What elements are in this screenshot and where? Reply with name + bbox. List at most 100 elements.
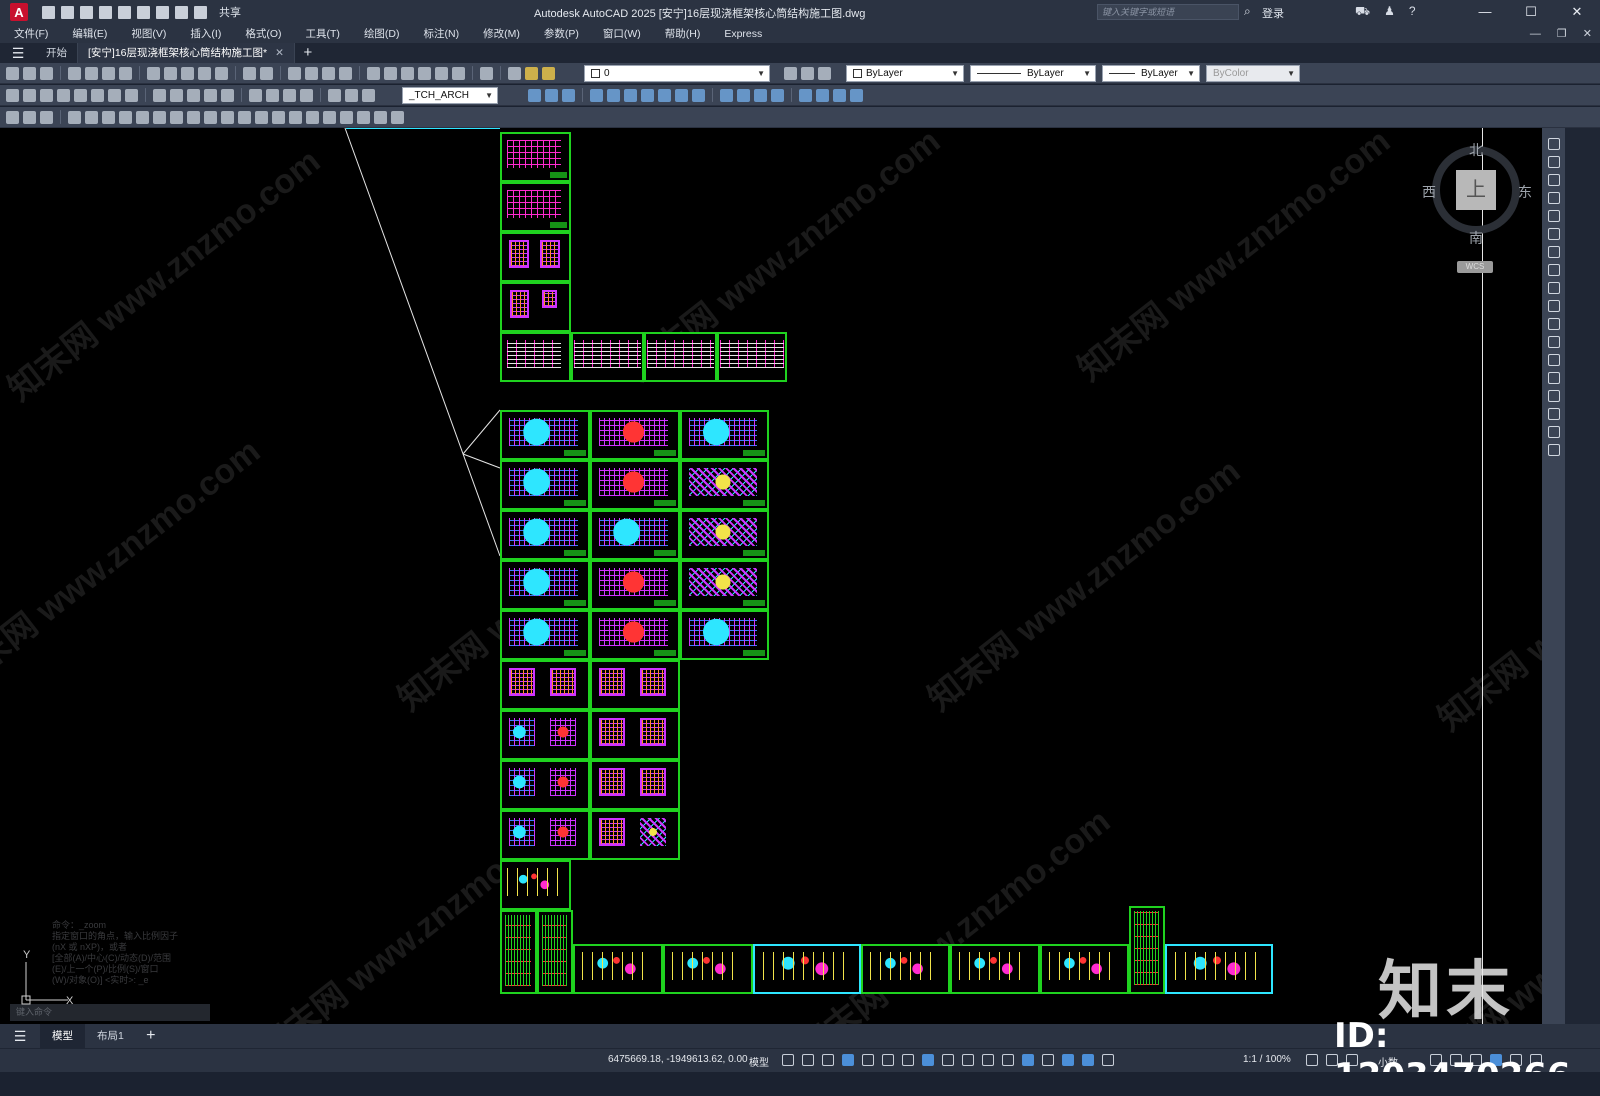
drawing-sheet[interactable] [1165,944,1273,994]
sheet-set-icon[interactable] [418,66,431,80]
save-icon[interactable] [80,5,93,19]
open-file-icon[interactable] [61,5,74,19]
join-icon[interactable] [1547,372,1560,384]
aligned-dim-icon[interactable] [23,88,36,102]
drawing-sheet[interactable] [500,810,590,860]
quick-dim-icon[interactable] [153,88,166,102]
array-icon[interactable] [1547,210,1560,222]
plotstyle-dropdown[interactable]: ByColor ▼ [1206,65,1300,82]
view-bottom-icon[interactable] [545,88,558,102]
help-icon[interactable]: ? [1409,4,1416,20]
plot-icon[interactable] [119,66,132,80]
drawing-sheet[interactable] [500,910,537,994]
open-web-icon[interactable] [118,5,131,19]
move-icon[interactable] [1547,228,1560,240]
text-style-dropdown[interactable]: _TCH_ARCH ▼ [402,87,498,104]
point-icon[interactable] [289,110,302,124]
menu-dimension[interactable]: 标注(N) [424,26,460,41]
drawing-sheet[interactable] [500,710,590,760]
compass-north[interactable]: 北 [1469,140,1483,160]
dim-text-edit-icon[interactable] [345,88,358,102]
baseline-dim-icon[interactable] [170,88,183,102]
3d-osnap-icon[interactable] [1002,1054,1014,1066]
drawing-sheet[interactable] [680,460,769,510]
ucs-previous-icon[interactable] [833,88,846,102]
paste-icon[interactable] [181,66,194,80]
redo-icon[interactable] [260,66,273,80]
doc-close-icon[interactable]: ✕ [1583,27,1592,40]
infer-constraints-icon[interactable] [822,1054,834,1066]
gradient-icon[interactable] [323,110,336,124]
drawing-sheet[interactable] [590,760,680,810]
drawing-sheet[interactable] [500,132,571,182]
view-top-icon[interactable] [528,88,541,102]
visual-style-3d-icon[interactable] [737,88,750,102]
file-tabs-menu-icon[interactable]: ☰ [0,43,36,63]
ellipse-arc-icon[interactable] [238,110,251,124]
viewcube[interactable]: 上 北 南 西 东 [1422,140,1532,246]
drawing-sheet[interactable] [590,410,680,460]
break-at-point-icon[interactable] [1547,336,1560,348]
quickcalc-icon[interactable] [452,66,465,80]
save-as-icon[interactable] [99,5,112,19]
drawing-sheet[interactable] [500,410,590,460]
linetype-dropdown[interactable]: ByLayer ▼ [970,65,1096,82]
search-input[interactable]: 键入关键字或短语 [1097,4,1239,20]
open-icon[interactable] [23,66,36,80]
new-file-icon[interactable] [42,5,55,19]
view-nw-icon[interactable] [692,88,705,102]
menu-edit[interactable]: 编辑(E) [72,26,107,41]
plot-icon[interactable] [156,5,169,19]
drawing-sheet[interactable] [500,460,590,510]
match-properties-icon[interactable] [198,66,211,80]
multiline-text-icon[interactable] [374,110,387,124]
annotation-scale[interactable]: 1:1 / 100% [1243,1054,1291,1065]
view-back-icon[interactable] [624,88,637,102]
copy-icon[interactable] [164,66,177,80]
zoom-previous-icon[interactable] [339,66,352,80]
region-icon[interactable] [340,110,353,124]
viewcube-top-face[interactable]: 上 [1456,170,1496,210]
angular-dim-icon[interactable] [125,88,138,102]
layer-dropdown[interactable]: 0 ▼ [584,65,770,82]
save-icon[interactable] [40,66,53,80]
circle-icon[interactable] [170,110,183,124]
ucs-icon[interactable] [799,88,812,102]
drawing-sheet[interactable] [590,560,680,610]
add-layout-button[interactable]: + [136,1027,166,1045]
undo-icon[interactable] [243,66,256,80]
continue-dim-icon[interactable] [187,88,200,102]
visual-style-hidden-icon[interactable] [754,88,767,102]
tab-close-icon[interactable]: ✕ [275,47,284,59]
fillet-icon[interactable] [1547,408,1560,420]
erase-icon[interactable] [1547,138,1560,150]
print-icon[interactable] [68,66,81,80]
linear-dim-icon[interactable] [6,88,19,102]
polygon-icon[interactable] [119,110,132,124]
construction-line-icon[interactable] [85,110,98,124]
hatch-icon[interactable] [306,110,319,124]
lineweight-dropdown[interactable]: ByLayer ▼ [1102,65,1200,82]
drawing-sheet[interactable] [861,944,950,994]
inspection-icon[interactable] [283,88,296,102]
auto-scale-icon[interactable] [1102,1054,1114,1066]
dim-break-icon[interactable] [221,88,234,102]
view-right-icon[interactable] [590,88,603,102]
transparency-icon[interactable] [962,1054,974,1066]
tab-layout1[interactable]: 布局1 [85,1024,136,1048]
view-left-icon[interactable] [562,88,575,102]
add-selected-icon[interactable] [391,110,404,124]
drawing-sheet[interactable] [644,332,717,382]
design-center-icon[interactable] [384,66,397,80]
drawing-sheet[interactable] [590,460,680,510]
visual-style-realistic-icon[interactable] [771,88,784,102]
insert-block-icon[interactable] [255,110,268,124]
menu-draw[interactable]: 绘图(D) [364,26,400,41]
copy-object-icon[interactable] [1547,156,1560,168]
extend-icon[interactable] [1547,318,1560,330]
dynamic-ucs-icon[interactable] [1022,1054,1034,1066]
polar-icon[interactable] [862,1054,874,1066]
compass-east[interactable]: 东 [1518,182,1532,202]
explode-icon[interactable] [1547,444,1560,456]
minimize-button[interactable]: — [1462,0,1508,24]
